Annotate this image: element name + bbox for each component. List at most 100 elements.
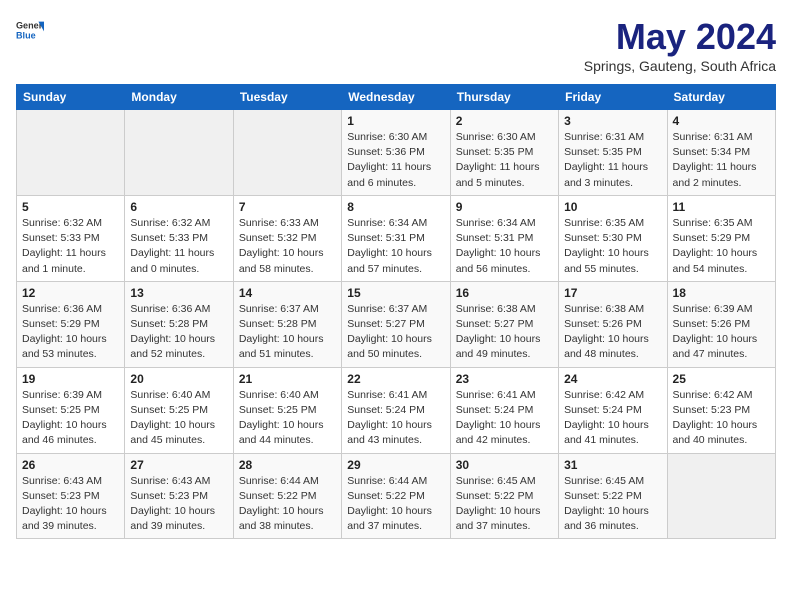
day-info: Sunrise: 6:31 AM Sunset: 5:35 PM Dayligh… xyxy=(564,130,661,191)
day-of-week-header: Thursday xyxy=(450,85,558,110)
calendar-cell: 13 Sunrise: 6:36 AM Sunset: 5:28 PM Dayli… xyxy=(125,281,233,367)
calendar-title: May 2024 xyxy=(584,16,776,58)
logo-icon: General Blue xyxy=(16,16,44,44)
day-number: 11 xyxy=(673,200,770,214)
day-of-week-header: Wednesday xyxy=(342,85,450,110)
day-number: 5 xyxy=(22,200,119,214)
day-number: 18 xyxy=(673,286,770,300)
calendar-cell: 1Sunrise: 6:30 AM Sunset: 5:36 PM Daylig… xyxy=(342,110,450,196)
day-info: Sunrise: 6:34 AM Sunset: 5:31 PM Dayligh… xyxy=(456,216,553,277)
calendar-cell: 15 Sunrise: 6:37 AM Sunset: 5:27 PM Dayli… xyxy=(342,281,450,367)
day-info: Sunrise: 6:41 AM Sunset: 5:24 PM Dayligh… xyxy=(456,388,553,449)
day-info: Sunrise: 6:37 AM Sunset: 5:28 PM Dayligh… xyxy=(239,302,336,363)
day-number: 3 xyxy=(564,114,661,128)
calendar-cell: 31 Sunrise: 6:45 AM Sunset: 5:22 PM Dayli… xyxy=(559,453,667,539)
calendar-cell: 4Sunrise: 6:31 AM Sunset: 5:34 PM Daylig… xyxy=(667,110,775,196)
day-of-week-header: Tuesday xyxy=(233,85,341,110)
day-info: Sunrise: 6:44 AM Sunset: 5:22 PM Dayligh… xyxy=(239,474,336,535)
day-info: Sunrise: 6:38 AM Sunset: 5:27 PM Dayligh… xyxy=(456,302,553,363)
day-number: 28 xyxy=(239,458,336,472)
day-info: Sunrise: 6:38 AM Sunset: 5:26 PM Dayligh… xyxy=(564,302,661,363)
calendar-cell: 26Sunrise: 6:43 AM Sunset: 5:23 PM Dayli… xyxy=(17,453,125,539)
title-block: May 2024 Springs, Gauteng, South Africa xyxy=(584,16,776,74)
calendar-cell: 11 Sunrise: 6:35 AM Sunset: 5:29 PM Dayli… xyxy=(667,195,775,281)
day-number: 22 xyxy=(347,372,444,386)
calendar-cell: 7 Sunrise: 6:33 AM Sunset: 5:32 PM Daylig… xyxy=(233,195,341,281)
calendar-cell: 19Sunrise: 6:39 AM Sunset: 5:25 PM Dayli… xyxy=(17,367,125,453)
day-info: Sunrise: 6:33 AM Sunset: 5:32 PM Dayligh… xyxy=(239,216,336,277)
calendar-cell xyxy=(17,110,125,196)
day-info: Sunrise: 6:40 AM Sunset: 5:25 PM Dayligh… xyxy=(130,388,227,449)
day-number: 25 xyxy=(673,372,770,386)
calendar-week-row: 1Sunrise: 6:30 AM Sunset: 5:36 PM Daylig… xyxy=(17,110,776,196)
calendar-cell: 30 Sunrise: 6:45 AM Sunset: 5:22 PM Dayli… xyxy=(450,453,558,539)
day-number: 8 xyxy=(347,200,444,214)
calendar-cell: 14Sunrise: 6:37 AM Sunset: 5:28 PM Dayli… xyxy=(233,281,341,367)
svg-text:Blue: Blue xyxy=(16,30,36,40)
calendar-cell: 16 Sunrise: 6:38 AM Sunset: 5:27 PM Dayli… xyxy=(450,281,558,367)
day-info: Sunrise: 6:45 AM Sunset: 5:22 PM Dayligh… xyxy=(456,474,553,535)
day-number: 21 xyxy=(239,372,336,386)
day-of-week-header: Monday xyxy=(125,85,233,110)
calendar-cell: 23 Sunrise: 6:41 AM Sunset: 5:24 PM Dayli… xyxy=(450,367,558,453)
day-info: Sunrise: 6:35 AM Sunset: 5:29 PM Dayligh… xyxy=(673,216,770,277)
days-header-row: SundayMondayTuesdayWednesdayThursdayFrid… xyxy=(17,85,776,110)
day-info: Sunrise: 6:39 AM Sunset: 5:26 PM Dayligh… xyxy=(673,302,770,363)
calendar-table: SundayMondayTuesdayWednesdayThursdayFrid… xyxy=(16,84,776,539)
day-info: Sunrise: 6:30 AM Sunset: 5:35 PM Dayligh… xyxy=(456,130,553,191)
day-info: Sunrise: 6:32 AM Sunset: 5:33 PM Dayligh… xyxy=(22,216,119,277)
calendar-cell: 9 Sunrise: 6:34 AM Sunset: 5:31 PM Daylig… xyxy=(450,195,558,281)
calendar-week-row: 5 Sunrise: 6:32 AM Sunset: 5:33 PM Daylig… xyxy=(17,195,776,281)
day-number: 9 xyxy=(456,200,553,214)
day-number: 4 xyxy=(673,114,770,128)
calendar-cell: 21 Sunrise: 6:40 AM Sunset: 5:25 PM Dayli… xyxy=(233,367,341,453)
day-info: Sunrise: 6:34 AM Sunset: 5:31 PM Dayligh… xyxy=(347,216,444,277)
day-number: 26 xyxy=(22,458,119,472)
day-number: 13 xyxy=(130,286,227,300)
day-of-week-header: Sunday xyxy=(17,85,125,110)
day-number: 2 xyxy=(456,114,553,128)
day-info: Sunrise: 6:36 AM Sunset: 5:29 PM Dayligh… xyxy=(22,302,119,363)
calendar-cell: 2 Sunrise: 6:30 AM Sunset: 5:35 PM Daylig… xyxy=(450,110,558,196)
day-number: 10 xyxy=(564,200,661,214)
day-number: 24 xyxy=(564,372,661,386)
page-header: General Blue May 2024 Springs, Gauteng, … xyxy=(16,16,776,74)
calendar-cell: 10 Sunrise: 6:35 AM Sunset: 5:30 PM Dayli… xyxy=(559,195,667,281)
calendar-cell: 8 Sunrise: 6:34 AM Sunset: 5:31 PM Daylig… xyxy=(342,195,450,281)
day-number: 27 xyxy=(130,458,227,472)
day-number: 17 xyxy=(564,286,661,300)
day-info: Sunrise: 6:37 AM Sunset: 5:27 PM Dayligh… xyxy=(347,302,444,363)
calendar-cell: 17 Sunrise: 6:38 AM Sunset: 5:26 PM Dayli… xyxy=(559,281,667,367)
calendar-cell: 28 Sunrise: 6:44 AM Sunset: 5:22 PM Dayli… xyxy=(233,453,341,539)
day-number: 31 xyxy=(564,458,661,472)
calendar-cell: 12Sunrise: 6:36 AM Sunset: 5:29 PM Dayli… xyxy=(17,281,125,367)
calendar-cell xyxy=(667,453,775,539)
day-number: 15 xyxy=(347,286,444,300)
day-number: 30 xyxy=(456,458,553,472)
day-info: Sunrise: 6:42 AM Sunset: 5:23 PM Dayligh… xyxy=(673,388,770,449)
day-info: Sunrise: 6:45 AM Sunset: 5:22 PM Dayligh… xyxy=(564,474,661,535)
day-info: Sunrise: 6:35 AM Sunset: 5:30 PM Dayligh… xyxy=(564,216,661,277)
day-info: Sunrise: 6:32 AM Sunset: 5:33 PM Dayligh… xyxy=(130,216,227,277)
calendar-cell: 20Sunrise: 6:40 AM Sunset: 5:25 PM Dayli… xyxy=(125,367,233,453)
calendar-cell: 18 Sunrise: 6:39 AM Sunset: 5:26 PM Dayli… xyxy=(667,281,775,367)
calendar-cell: 5 Sunrise: 6:32 AM Sunset: 5:33 PM Daylig… xyxy=(17,195,125,281)
calendar-cell: 29Sunrise: 6:44 AM Sunset: 5:22 PM Dayli… xyxy=(342,453,450,539)
day-info: Sunrise: 6:43 AM Sunset: 5:23 PM Dayligh… xyxy=(130,474,227,535)
calendar-cell: 3 Sunrise: 6:31 AM Sunset: 5:35 PM Daylig… xyxy=(559,110,667,196)
calendar-week-row: 26 Sunrise: 6:43 AM Sunset: 5:23 PM Dayli… xyxy=(17,453,776,539)
day-info: Sunrise: 6:40 AM Sunset: 5:25 PM Dayligh… xyxy=(239,388,336,449)
calendar-cell xyxy=(125,110,233,196)
day-number: 29 xyxy=(347,458,444,472)
day-of-week-header: Friday xyxy=(559,85,667,110)
calendar-cell xyxy=(233,110,341,196)
calendar-subtitle: Springs, Gauteng, South Africa xyxy=(584,58,776,74)
calendar-cell: 24Sunrise: 6:42 AM Sunset: 5:24 PM Dayli… xyxy=(559,367,667,453)
day-info: Sunrise: 6:39 AM Sunset: 5:25 PM Dayligh… xyxy=(22,388,119,449)
calendar-cell: 22Sunrise: 6:41 AM Sunset: 5:24 PM Dayli… xyxy=(342,367,450,453)
day-info: Sunrise: 6:36 AM Sunset: 5:28 PM Dayligh… xyxy=(130,302,227,363)
day-number: 23 xyxy=(456,372,553,386)
day-number: 7 xyxy=(239,200,336,214)
day-of-week-header: Saturday xyxy=(667,85,775,110)
day-number: 16 xyxy=(456,286,553,300)
